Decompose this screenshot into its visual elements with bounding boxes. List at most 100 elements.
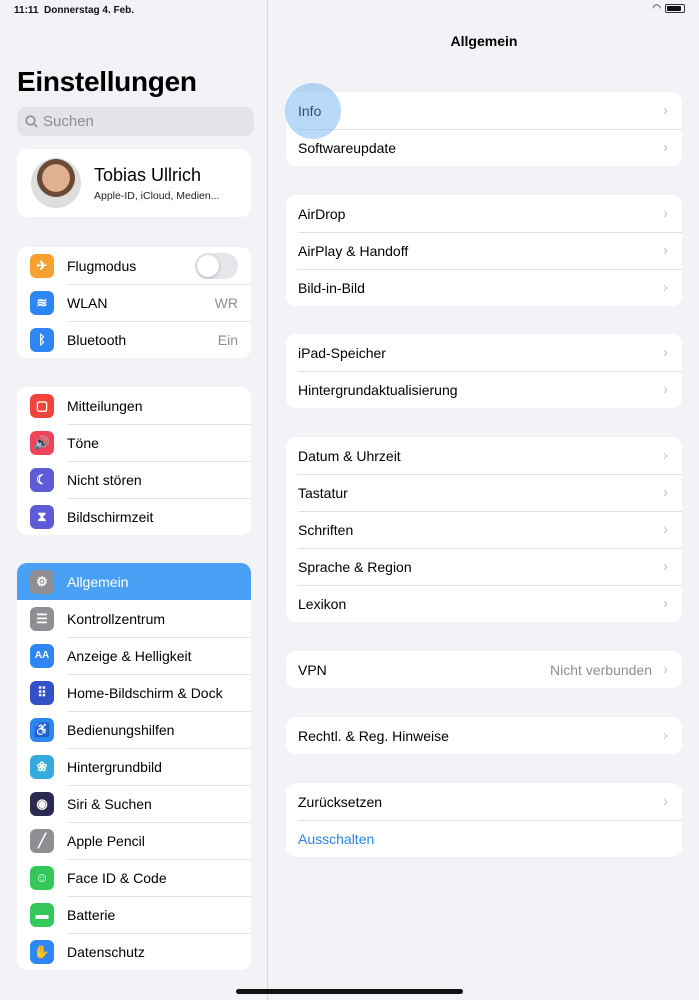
settings-group: AirDrop › AirPlay & Handoff › Bild-in-Bild ›: [286, 195, 682, 306]
row-tastatur[interactable]: Tastatur ›: [286, 474, 682, 511]
face-id-icon: ☺: [30, 865, 54, 890]
sidebar-item-label: Töne: [67, 434, 99, 451]
row-hintergrundaktualisierung[interactable]: Hintergrundaktualisierung ›: [286, 371, 682, 408]
search-input[interactable]: Suchen: [17, 107, 254, 136]
row-label: Zurücksetzen: [298, 793, 383, 810]
sidebar-item-flugmodus[interactable]: ✈ Flugmodus: [17, 247, 251, 284]
sidebar-item-label: Siri & Suchen: [67, 795, 152, 812]
row-ausschalten[interactable]: Ausschalten: [286, 820, 682, 857]
profile-card[interactable]: Tobias Ullrich Apple-ID, iCloud, Medien.…: [17, 149, 251, 217]
row-zurücksetzen[interactable]: Zurücksetzen ›: [286, 783, 682, 820]
settings-group: Info › Softwareupdate ›: [286, 92, 682, 166]
sidebar-item-töne[interactable]: 🔊 Töne: [17, 424, 251, 461]
sidebar-item-bildschirmzeit[interactable]: ⧗ Bildschirmzeit: [17, 498, 251, 535]
chevron-right-icon: ›: [663, 139, 668, 156]
row-label: Datum & Uhrzeit: [298, 447, 401, 464]
chevron-right-icon: ›: [663, 661, 668, 678]
detail-title: Allgemein: [450, 33, 518, 49]
notifications-icon: ▢: [30, 393, 54, 418]
sidebar-item-label: Flugmodus: [67, 257, 137, 274]
sidebar-item-label: Anzeige & Helligkeit: [67, 647, 192, 664]
settings-group: VPN Nicht verbunden ›: [286, 651, 682, 688]
profile-subtitle: Apple-ID, iCloud, Medien...: [94, 189, 220, 202]
row-rechtl-reg-hinweise[interactable]: Rechtl. & Reg. Hinweise ›: [286, 717, 682, 754]
row-airplay-handoff[interactable]: AirPlay & Handoff ›: [286, 232, 682, 269]
siri-icon: ◉: [30, 791, 54, 816]
chevron-right-icon: ›: [663, 484, 668, 501]
sidebar-item-label: Datenschutz: [67, 943, 145, 960]
chevron-right-icon: ›: [663, 447, 668, 464]
chevron-right-icon: ›: [663, 381, 668, 398]
row-label: Bild-in-Bild: [298, 279, 365, 296]
sidebar-item-value: Ein: [217, 331, 238, 348]
chevron-right-icon: ›: [663, 727, 668, 744]
sidebar-item-label: Bluetooth: [67, 331, 127, 348]
sidebar-item-wlan[interactable]: ≋ WLAN WR: [17, 284, 251, 321]
status-bar-right: ◠: [652, 3, 685, 14]
touch-indicator: [285, 83, 341, 139]
avatar: [31, 158, 81, 208]
sidebar-item-mitteilungen[interactable]: ▢ Mitteilungen: [17, 387, 251, 424]
sidebar-item-bluetooth[interactable]: ᛒ Bluetooth Ein: [17, 321, 251, 358]
sidebar-item-label: Allgemein: [67, 573, 129, 590]
row-airdrop[interactable]: AirDrop ›: [286, 195, 682, 232]
sidebar-item-label: Apple Pencil: [67, 832, 145, 849]
row-label: Softwareupdate: [298, 139, 397, 156]
row-ipad-speicher[interactable]: iPad-Speicher ›: [286, 334, 682, 371]
sidebar-item-bedienungshilfen[interactable]: ♿ Bedienungshilfen: [17, 711, 251, 748]
sidebar-item-nicht-stören[interactable]: ☾ Nicht stören: [17, 461, 251, 498]
sidebar-item-hintergrundbild[interactable]: ❀ Hintergrundbild: [17, 748, 251, 785]
row-sprache-region[interactable]: Sprache & Region ›: [286, 548, 682, 585]
pencil-icon: ╱: [30, 828, 54, 853]
row-vpn[interactable]: VPN Nicht verbunden ›: [286, 651, 682, 688]
search-placeholder: Suchen: [43, 113, 94, 130]
gear-icon: ⚙: [30, 569, 54, 594]
settings-group: Zurücksetzen › Ausschalten: [286, 783, 682, 857]
row-datum-uhrzeit[interactable]: Datum & Uhrzeit ›: [286, 437, 682, 474]
moon-icon: ☾: [30, 467, 54, 492]
sidebar-item-face-id-code[interactable]: ☺ Face ID & Code: [17, 859, 251, 896]
date: Donnerstag 4. Feb.: [44, 5, 135, 16]
chevron-right-icon: ›: [663, 242, 668, 259]
text-size-icon: AA: [30, 643, 54, 668]
chevron-right-icon: ›: [663, 279, 668, 296]
sidebar-item-label: Home-Bildschirm & Dock: [67, 684, 223, 701]
wifi-status-icon: ◠: [652, 3, 661, 14]
row-info[interactable]: Info ›: [286, 92, 682, 129]
sidebar-item-allgemein[interactable]: ⚙ Allgemein: [17, 563, 251, 600]
battery-status-icon: [665, 4, 685, 13]
chevron-right-icon: ›: [663, 793, 668, 810]
sidebar-item-label: Hintergrundbild: [67, 758, 162, 775]
flugmodus-toggle[interactable]: [195, 252, 238, 279]
sidebar-item-label: Bildschirmzeit: [67, 508, 154, 525]
chevron-right-icon: ›: [663, 344, 668, 361]
sidebar: 11:11 Donnerstag 4. Feb. Einstellungen S…: [0, 0, 268, 1000]
home-screen-icon: ⠿: [30, 680, 54, 705]
row-bild-in-bild[interactable]: Bild-in-Bild ›: [286, 269, 682, 306]
row-label: Sprache & Region: [298, 558, 412, 575]
row-label: Rechtl. & Reg. Hinweise: [298, 727, 449, 744]
clock: 11:11: [14, 5, 39, 16]
home-indicator[interactable]: [236, 989, 463, 994]
sidebar-item-siri-suchen[interactable]: ◉ Siri & Suchen: [17, 785, 251, 822]
sidebar-item-apple-pencil[interactable]: ╱ Apple Pencil: [17, 822, 251, 859]
hand-icon: ✋: [30, 939, 54, 964]
sound-icon: 🔊: [30, 430, 54, 455]
sidebar-item-anzeige-helligkeit[interactable]: AA Anzeige & Helligkeit: [17, 637, 251, 674]
chevron-right-icon: ›: [663, 102, 668, 119]
row-lexikon[interactable]: Lexikon ›: [286, 585, 682, 622]
sidebar-group: ⚙ Allgemein ☰ Kontrollzentrum AA Anzeige & He…: [17, 563, 251, 970]
row-label: Schriften: [298, 521, 354, 538]
sidebar-item-kontrollzentrum[interactable]: ☰ Kontrollzentrum: [17, 600, 251, 637]
page-title: Einstellungen: [17, 66, 197, 97]
sidebar-item-label: Face ID & Code: [67, 869, 167, 886]
row-schriften[interactable]: Schriften ›: [286, 511, 682, 548]
search-icon: [25, 115, 38, 128]
row-label: Hintergrundaktualisierung: [298, 381, 458, 398]
row-label: AirPlay & Handoff: [298, 242, 409, 259]
sidebar-item-datenschutz[interactable]: ✋ Datenschutz: [17, 933, 251, 970]
sidebar-item-home-bildschirm-dock[interactable]: ⠿ Home-Bildschirm & Dock: [17, 674, 251, 711]
sidebar-group: ▢ Mitteilungen 🔊 Töne ☾ Nicht stören ⧗ Bildschi…: [17, 387, 251, 535]
row-softwareupdate[interactable]: Softwareupdate ›: [286, 129, 682, 166]
sidebar-item-batterie[interactable]: ▬ Batterie: [17, 896, 251, 933]
